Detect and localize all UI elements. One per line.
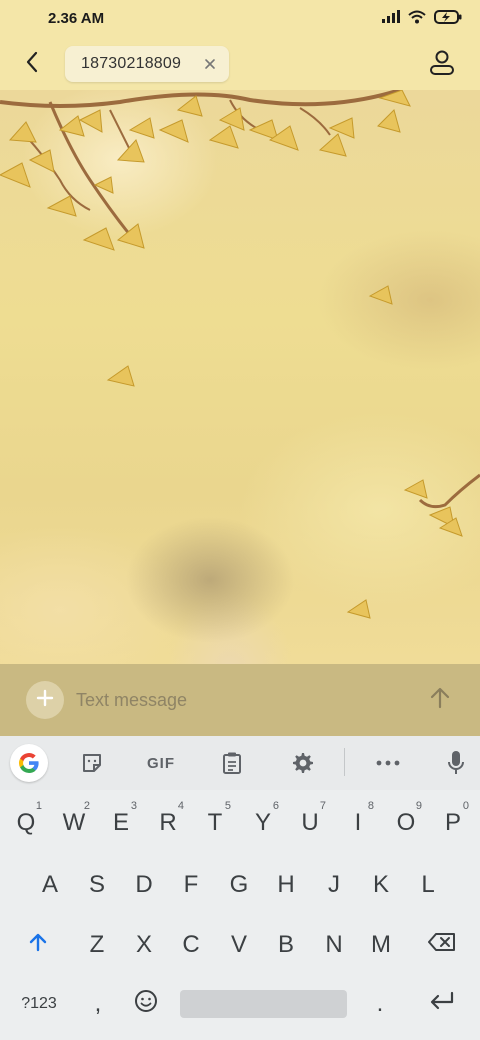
person-icon bbox=[428, 48, 456, 81]
messaging-screen: 2.36 AM 18730218809 Text message GIF Q 1… bbox=[0, 0, 480, 1040]
conversation-header: 18730218809 bbox=[0, 40, 480, 90]
key-y[interactable]: Y6 bbox=[239, 798, 287, 848]
google-g-icon[interactable] bbox=[10, 744, 48, 782]
shift-key[interactable] bbox=[14, 920, 62, 970]
key-e[interactable]: E3 bbox=[97, 798, 145, 848]
key-t[interactable]: T5 bbox=[191, 798, 239, 848]
comma-key[interactable]: , bbox=[76, 980, 120, 1028]
arrow-up-icon bbox=[430, 687, 450, 714]
key-p[interactable]: P0 bbox=[429, 798, 477, 848]
keyboard-toolbar: GIF bbox=[0, 736, 480, 790]
key-v[interactable]: V bbox=[215, 920, 263, 970]
microphone-icon[interactable] bbox=[438, 744, 474, 782]
key-m[interactable]: M bbox=[357, 920, 405, 970]
sticker-icon[interactable] bbox=[74, 744, 110, 782]
back-button[interactable] bbox=[14, 46, 50, 82]
emoji-icon bbox=[134, 989, 158, 1020]
keyboard: GIF Q1 W2 E3 R4 T5 Y6 U7 I8 O9 P 0 A S D… bbox=[0, 736, 480, 1040]
status-time: 2.36 AM bbox=[48, 10, 105, 27]
backspace-icon bbox=[428, 931, 456, 959]
key-l[interactable]: L bbox=[404, 860, 452, 910]
key-s[interactable]: S bbox=[73, 860, 121, 910]
key-k[interactable]: K bbox=[357, 860, 405, 910]
contact-button[interactable] bbox=[424, 46, 460, 82]
key-o[interactable]: O9 bbox=[382, 798, 430, 848]
key-u[interactable]: U7 bbox=[286, 798, 334, 848]
space-bar[interactable] bbox=[180, 990, 347, 1018]
key-g[interactable]: G bbox=[215, 860, 263, 910]
key-a[interactable]: A bbox=[26, 860, 74, 910]
ginkgo-wallpaper bbox=[0, 90, 480, 619]
key-c[interactable]: C bbox=[167, 920, 215, 970]
status-bar: 2.36 AM bbox=[0, 0, 480, 40]
chevron-left-icon bbox=[25, 51, 39, 78]
recipient-number: 18730218809 bbox=[81, 55, 182, 72]
key-r[interactable]: R4 bbox=[144, 798, 192, 848]
recipient-chip[interactable]: 18730218809 bbox=[65, 46, 229, 82]
key-j[interactable]: J bbox=[310, 860, 358, 910]
message-input[interactable] bbox=[76, 686, 396, 714]
key-z[interactable]: Z bbox=[73, 920, 121, 970]
key-n[interactable]: N bbox=[310, 920, 358, 970]
toolbar-divider bbox=[344, 748, 345, 776]
compose-bar bbox=[0, 664, 480, 736]
emoji-key[interactable] bbox=[124, 980, 168, 1028]
key-d[interactable]: D bbox=[120, 860, 168, 910]
gif-button[interactable]: GIF bbox=[140, 744, 182, 782]
attach-button[interactable] bbox=[26, 681, 64, 719]
key-b[interactable]: B bbox=[262, 920, 310, 970]
clipboard-icon[interactable] bbox=[214, 744, 250, 782]
signal-icon bbox=[382, 10, 400, 28]
key-q[interactable]: Q1 bbox=[2, 798, 50, 848]
backspace-key[interactable] bbox=[418, 920, 466, 970]
plus-icon bbox=[36, 689, 54, 712]
key-f[interactable]: F bbox=[167, 860, 215, 910]
battery-charging-icon bbox=[434, 9, 462, 29]
period-key[interactable]: . bbox=[358, 980, 402, 1028]
conversation-area[interactable] bbox=[0, 90, 480, 664]
close-icon[interactable] bbox=[203, 57, 217, 71]
status-icons bbox=[382, 9, 462, 29]
wifi-icon bbox=[408, 10, 426, 29]
key-x[interactable]: X bbox=[120, 920, 168, 970]
gear-icon[interactable] bbox=[284, 744, 320, 782]
more-dots-icon[interactable] bbox=[370, 744, 406, 782]
key-h[interactable]: H bbox=[262, 860, 310, 910]
key-w[interactable]: W2 bbox=[50, 798, 98, 848]
enter-icon bbox=[429, 990, 455, 1018]
key-i[interactable]: I8 bbox=[334, 798, 382, 848]
enter-key[interactable] bbox=[416, 980, 468, 1028]
symbols-key[interactable]: ?123 bbox=[10, 980, 68, 1028]
send-button[interactable] bbox=[424, 684, 456, 716]
shift-arrow-icon bbox=[28, 931, 48, 959]
